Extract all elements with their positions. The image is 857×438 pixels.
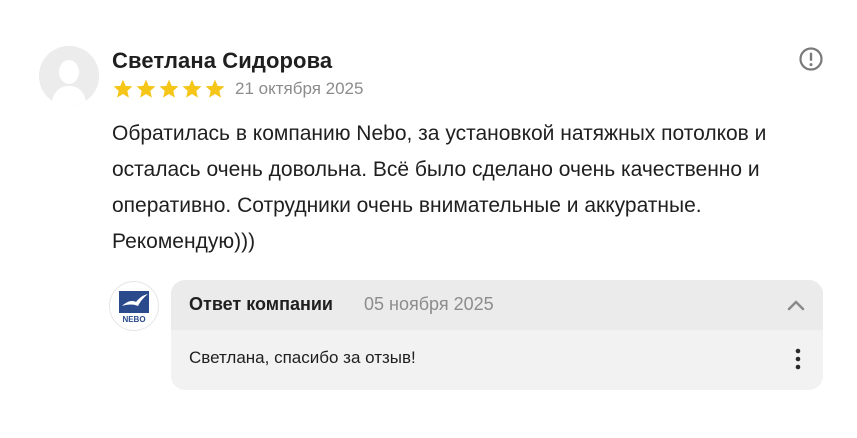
star-icon bbox=[113, 79, 133, 98]
reply-text: Светлана, спасибо за отзыв! bbox=[189, 348, 416, 367]
reply-header[interactable]: Ответ компании 05 ноября 2025 bbox=[171, 280, 823, 330]
star-icon bbox=[182, 79, 202, 98]
author-name[interactable]: Светлана Сидорова bbox=[112, 48, 332, 74]
company-reply: Ответ компании 05 ноября 2025 Светлана, … bbox=[171, 280, 823, 390]
company-logo[interactable]: NEBO bbox=[109, 281, 159, 331]
logo-text: NEBO bbox=[122, 315, 145, 324]
review-date: 21 октября 2025 bbox=[235, 79, 364, 98]
reply-date: 05 ноября 2025 bbox=[364, 294, 494, 314]
exclamation-circle-icon bbox=[799, 47, 823, 71]
rating-stars bbox=[112, 78, 226, 100]
chevron-up-icon bbox=[787, 300, 805, 311]
review-card: Светлана Сидорова 21 октября 2025 Обрати… bbox=[0, 0, 857, 438]
nebo-logo-icon: NEBO bbox=[119, 291, 149, 324]
complain-button[interactable] bbox=[798, 46, 824, 72]
star-icon bbox=[136, 79, 156, 98]
star-icon bbox=[159, 79, 179, 98]
user-silhouette-icon bbox=[39, 46, 99, 106]
more-vertical-icon bbox=[795, 348, 801, 370]
more-options-button[interactable] bbox=[789, 347, 807, 371]
collapse-button[interactable] bbox=[785, 296, 807, 314]
reply-title: Ответ компании bbox=[189, 294, 333, 314]
review-text: Обратилась в компанию Nebo, за установко… bbox=[112, 122, 767, 253]
star-icon bbox=[205, 79, 225, 98]
avatar[interactable] bbox=[39, 46, 99, 106]
